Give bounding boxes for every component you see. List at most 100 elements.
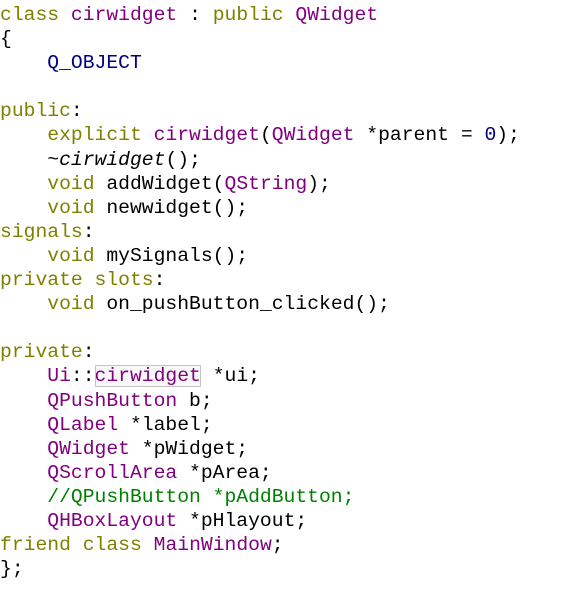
code-token-plain: newwidget();	[94, 196, 249, 219]
code-token-plain: *pWidget;	[129, 437, 249, 460]
code-token-keyword: slots	[94, 269, 154, 292]
code-token-type: cirwidget	[70, 4, 178, 26]
code-line[interactable]	[0, 75, 579, 99]
code-token-keyword: void	[47, 196, 95, 219]
code-token-keyword: public	[212, 4, 284, 26]
code-line[interactable]: signals:	[0, 220, 579, 244]
code-token-plain: *ui;	[200, 365, 260, 388]
code-token-keyword: void	[47, 293, 95, 316]
code-token-plain: (	[259, 124, 272, 147]
code-token-plain: );	[307, 172, 331, 195]
code-token-number: Q_OBJECT	[47, 52, 142, 75]
code-line[interactable]: QHBoxLayout *pHlayout;	[0, 509, 579, 533]
code-token-plain: :	[153, 269, 166, 292]
code-token-comment: //QPushButton *pAddButton;	[47, 485, 355, 508]
code-line[interactable]: void newwidget();	[0, 196, 579, 220]
code-line[interactable]: {	[0, 27, 579, 51]
code-token-keyword: public	[0, 100, 71, 123]
code-line[interactable]: class cirwidget : public QWidget	[0, 3, 579, 27]
code-token-plain: *parent =	[354, 124, 485, 147]
code-token-type: QScrollArea	[47, 461, 178, 484]
code-line[interactable]: QScrollArea *pArea;	[0, 461, 579, 485]
code-token-plain: addWidget(	[94, 172, 225, 195]
code-editor[interactable]: class cirwidget : public QWidget{ Q_OBJE…	[0, 3, 579, 581]
code-line[interactable]: };	[0, 557, 579, 581]
code-token-plain: {	[0, 28, 12, 51]
code-token-plain: ~	[47, 148, 60, 171]
code-token-keyword: private	[0, 341, 83, 364]
code-token-plain: :	[177, 4, 213, 26]
code-token-type: QLabel	[47, 413, 119, 436]
code-line[interactable]: Q_OBJECT	[0, 51, 579, 75]
code-token-plain: ();	[165, 148, 201, 171]
code-line[interactable]: friend class MainWindow;	[0, 533, 579, 557]
code-token-keyword: void	[47, 244, 95, 267]
code-token-type: cirwidget	[94, 365, 201, 388]
code-token-type: QWidget	[47, 437, 130, 460]
code-token-number: 0	[484, 124, 497, 147]
code-line[interactable]: void addWidget(QString);	[0, 172, 579, 196]
code-token-keyword: class	[82, 534, 142, 557]
code-token-plain: :	[82, 220, 95, 243]
code-token-plain: *label;	[118, 413, 213, 436]
code-token-type: QHBoxLayout	[47, 509, 178, 532]
code-line[interactable]: void mySignals();	[0, 244, 579, 268]
code-line[interactable]: public:	[0, 99, 579, 123]
code-token-type: QWidget	[295, 4, 379, 26]
code-token-type: cirwidget	[153, 124, 260, 147]
code-token-plain: );	[496, 124, 520, 147]
code-token-plain: *pArea;	[177, 461, 272, 484]
code-token-keyword: friend	[0, 534, 71, 557]
code-token-plain: cirwidget	[59, 148, 166, 171]
code-token-plain: b;	[177, 389, 213, 412]
code-token-keyword: class	[0, 4, 60, 26]
code-token-type: MainWindow	[153, 534, 272, 557]
code-token-type: Ui	[47, 365, 71, 388]
code-line[interactable]: private:	[0, 340, 579, 364]
code-line[interactable]: void on_pushButton_clicked();	[0, 292, 579, 316]
code-line[interactable]: explicit cirwidget(QWidget *parent = 0);	[0, 123, 579, 147]
code-line[interactable]	[0, 316, 579, 340]
code-line[interactable]: QWidget *pWidget;	[0, 437, 579, 461]
code-line[interactable]: ~cirwidget();	[0, 148, 579, 172]
code-token-keyword: signals	[0, 220, 83, 243]
code-token-keyword: explicit	[47, 124, 142, 147]
code-token-plain: :	[70, 100, 83, 123]
code-line[interactable]: QPushButton b;	[0, 389, 579, 413]
code-line[interactable]: Ui::cirwidget *ui;	[0, 364, 579, 388]
code-token-type: QWidget	[271, 124, 355, 147]
code-token-plain: *pHlayout;	[177, 509, 308, 532]
code-token-type: QPushButton	[47, 389, 178, 412]
code-token-plain: };	[0, 558, 24, 581]
code-token-plain: ;	[271, 534, 284, 557]
code-token-plain: mySignals();	[94, 244, 249, 267]
code-token-keyword: void	[47, 172, 95, 195]
code-line[interactable]: private slots:	[0, 268, 579, 292]
code-token-plain: on_pushButton_clicked();	[94, 293, 390, 316]
code-line[interactable]: //QPushButton *pAddButton;	[0, 485, 579, 509]
code-line[interactable]: QLabel *label;	[0, 413, 579, 437]
code-token-plain: :	[82, 341, 95, 364]
code-token-keyword: private	[0, 269, 83, 292]
code-token-plain: ::	[70, 365, 95, 388]
